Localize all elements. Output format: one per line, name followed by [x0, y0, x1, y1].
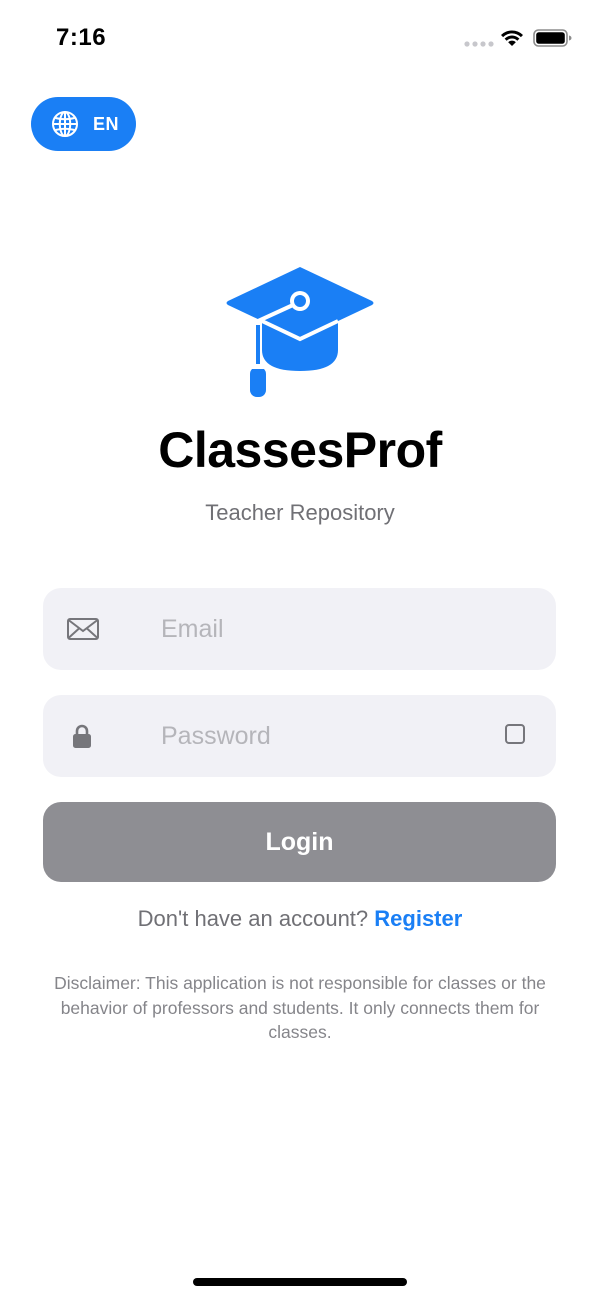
battery-icon [533, 29, 572, 47]
graduation-cap-icon [226, 267, 374, 397]
wifi-icon [501, 30, 523, 46]
globe-icon [52, 111, 78, 137]
register-link[interactable]: Register [374, 906, 462, 931]
password-input[interactable] [161, 695, 501, 777]
register-prompt: Don't have an account? [137, 906, 375, 931]
envelope-icon [67, 618, 99, 640]
status-time: 7:16 [56, 24, 107, 51]
login-button[interactable]: Login [43, 802, 556, 882]
register-row: Don't have an account? Register [0, 906, 600, 932]
login-screen: 7:16 EN ClassesProf Teacher Repository E… [0, 0, 600, 1299]
app-subtitle: Teacher Repository [205, 500, 395, 525]
show-password-checkbox[interactable] [505, 724, 525, 744]
language-selector-button[interactable]: EN [31, 97, 136, 151]
email-field[interactable] [43, 588, 556, 670]
lock-icon [73, 724, 91, 748]
app-title: ClassesProf [158, 422, 442, 478]
email-input[interactable] [161, 588, 501, 670]
password-field[interactable] [43, 695, 556, 777]
cellular-signal-icon [464, 41, 494, 47]
language-code: EN [93, 113, 120, 134]
disclaimer-text: Disclaimer: This application is not resp… [54, 973, 546, 1042]
home-indicator [193, 1278, 407, 1286]
